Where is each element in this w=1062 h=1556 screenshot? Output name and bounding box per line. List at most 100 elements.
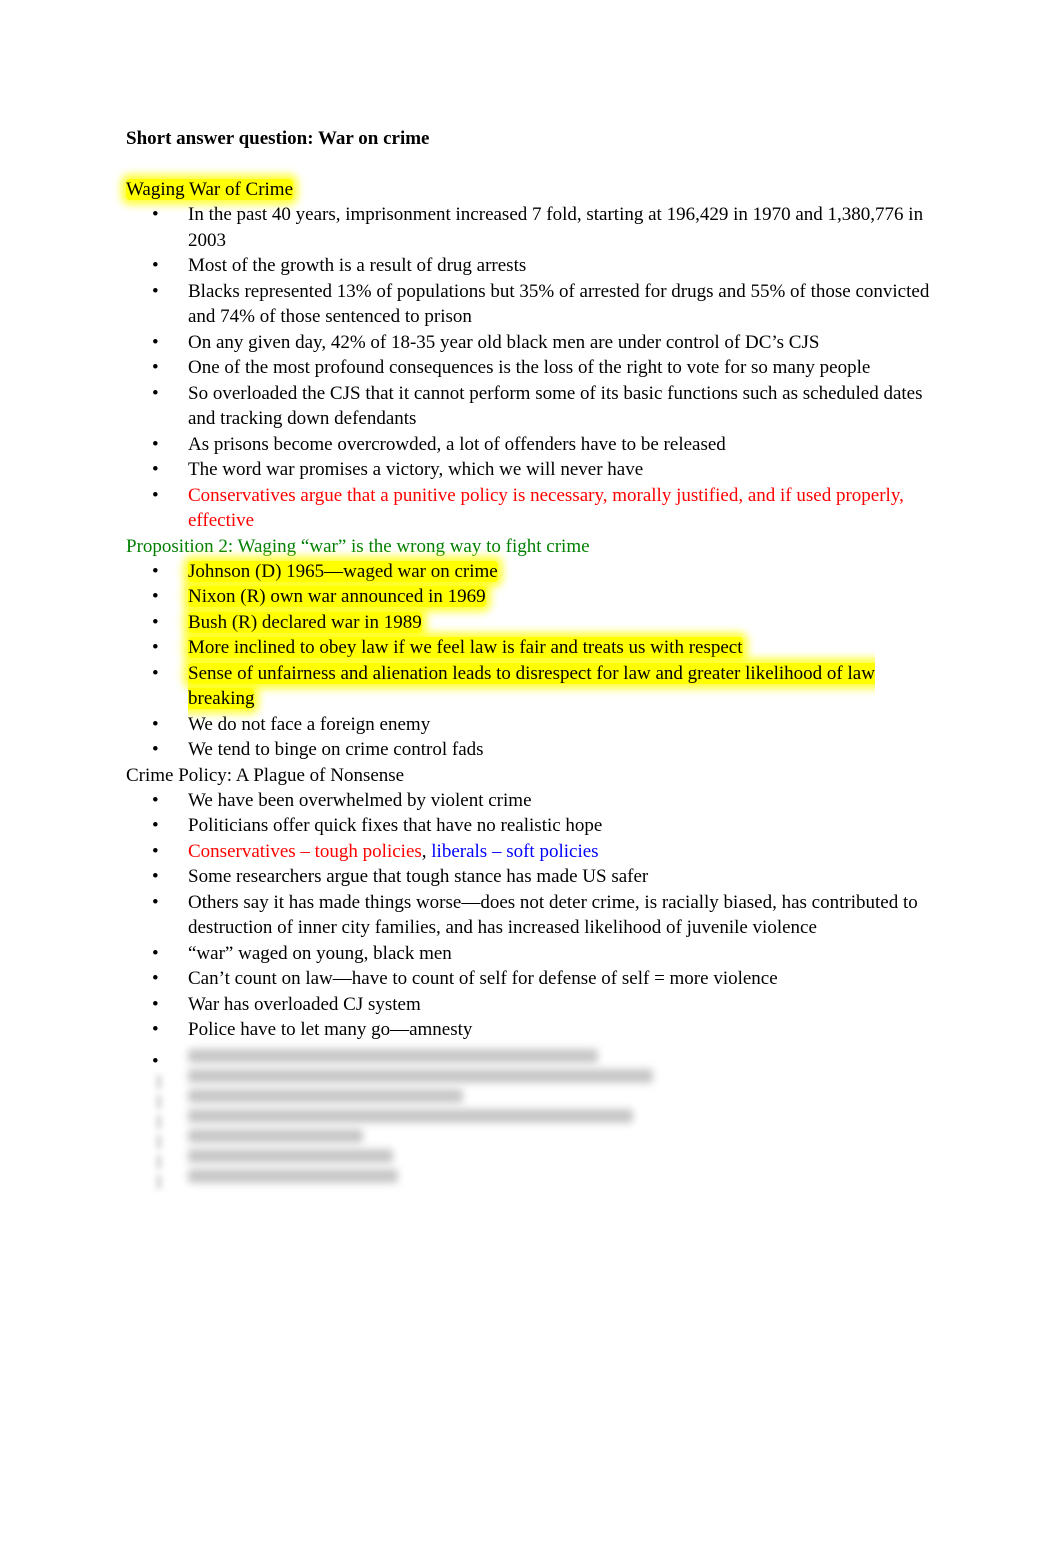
bullet-icon: • [152,255,159,276]
list-item: • Conservatives – tough policies, liberal… [126,839,946,865]
list-item: • Nixon (R) own war announced in 1969 [126,584,946,610]
bullet-icon: • [152,840,159,862]
bullet-icon: • [152,611,159,633]
list-item-text: Others say it has made things worse—does… [188,891,918,939]
blurred-line [126,1128,946,1149]
list-item-text: Police have to let many go—amnesty [188,1019,473,1040]
bullet-icon [156,1134,162,1149]
list-item: • As prisons become overcrowded, a lot of… [126,432,946,458]
list-item: • Some researchers argue that tough stanc… [126,864,946,890]
section-heading-crime-policy: Crime Policy: A Plague of Nonsense [126,764,405,786]
list-item-text: We tend to binge on crime control fads [188,739,484,760]
bullet-icon: • [152,789,159,811]
list-item: • More inclined to obey law if we feel la… [126,635,946,661]
list-item-text: “war” waged on young, black men [188,942,452,964]
bullet-icon: • [152,204,159,225]
list-item-text: We have been overwhelmed by violent crim… [188,789,532,811]
section-list-proposition-2: • Johnson (D) 1965—waged war on crime • Ni… [126,559,946,763]
list-item: • One of the most profound consequences i… [126,355,946,381]
bullet-icon: • [152,586,159,607]
list-item-text: Most of the growth is a result of drug a… [188,255,527,276]
blurred-line [126,1148,946,1169]
bullet-icon: • [152,739,159,760]
bullet-icon: • [152,382,159,404]
list-item-text-highlighted: Bush (R) declared war in 1989 [188,611,422,633]
bullet-icon: • [152,968,159,989]
list-item-text-highlighted: Sense of unfairness and alienation leads… [188,662,875,709]
bullet-icon: • [152,662,159,684]
list-item-text: Can’t count on law—have to count of self… [188,968,778,989]
bullet-icon: • [152,713,159,735]
list-item: • Most of the growth is a result of drug … [126,253,946,279]
bullet-icon: • [152,891,159,913]
list-item: • Blacks represented 13% of populations b… [126,279,946,330]
list-item-text: In the past 40 years, imprisonment incre… [188,204,924,251]
list-item-text-red: Conservatives – tough policies [188,840,422,862]
list-item: • So overloaded the CJS that it cannot pe… [126,381,946,432]
list-item: • Johnson (D) 1965—waged war on crime [126,559,946,585]
bullet-icon: • [152,815,159,836]
list-item-text: Some researchers argue that tough stance… [188,866,649,887]
list-item: • On any given day, 42% of 18-35 year old… [126,330,946,356]
blurred-line [126,1108,946,1129]
list-item-text: So overloaded the CJS that it cannot per… [188,382,923,430]
section-list-waging-war: • In the past 40 years, imprisonment incr… [126,202,946,534]
list-item-text: One of the most profound consequences is… [188,357,871,378]
bullet-icon: • [152,993,159,1015]
list-item-text: War has overloaded CJ system [188,993,421,1015]
bullet-icon: • [152,942,159,964]
bullet-icon [156,1074,162,1089]
blurred-line: • [126,1048,946,1072]
bullet-icon [156,1154,162,1169]
bullet-icon: • [152,484,159,506]
blurred-content: • [126,1048,946,1189]
list-item-text-highlighted: Johnson (D) 1965—waged war on crime [188,560,498,582]
list-item: • Bush (R) declared war in 1989 [126,610,946,636]
bullet-icon: • [152,637,159,658]
document-title: Short answer question: War on crime [126,128,430,149]
list-item-text: Politicians offer quick fixes that have … [188,815,603,836]
section-list-crime-policy: • We have been overwhelmed by violent cri… [126,788,946,1043]
bullet-icon: • [152,459,159,480]
bullet-icon: • [152,357,159,378]
list-item: • Others say it has made things worse—doe… [126,890,946,941]
bullet-icon: • [152,1019,159,1040]
list-item-text: As prisons become overcrowded, a lot of … [188,433,726,455]
list-item: • We tend to binge on crime control fads [126,737,946,763]
list-item: • Conservatives argue that a punitive pol… [126,483,946,534]
blurred-line [126,1088,946,1109]
list-item: • Can’t count on law—have to count of sel… [126,966,946,992]
section-heading-waging-war: Waging War of Crime [126,177,946,202]
list-item: • In the past 40 years, imprisonment incr… [126,202,946,253]
list-item: • War has overloaded CJ system [126,992,946,1018]
list-item: • Politicians offer quick fixes that have… [126,813,946,839]
list-item-text-highlighted: More inclined to obey law if we feel law… [188,637,743,658]
list-item: • We have been overwhelmed by violent cri… [126,788,946,814]
list-item-text-blue: liberals – soft policies [431,840,599,862]
bullet-icon [156,1174,162,1189]
list-item-text: The word war promises a victory, which w… [188,459,644,480]
bullet-icon: • [152,560,159,582]
list-item-text-highlighted: Nixon (R) own war announced in 1969 [188,586,486,607]
blurred-line [126,1068,946,1089]
list-item-text: Blacks represented 13% of populations bu… [188,280,930,328]
list-item: • Police have to let many go—amnesty [126,1017,946,1043]
list-item: • We do not face a foreign enemy [126,712,946,738]
document-page: Short answer question: War on crime Wagi… [126,126,946,1189]
bullet-icon: • [152,866,159,887]
list-item-text: On any given day, 42% of 18-35 year old … [188,331,820,353]
section-heading-proposition-2: Proposition 2: Waging “war” is the wrong… [126,535,590,557]
list-item-text-red: Conservatives argue that a punitive poli… [188,484,904,532]
bullet-icon [156,1114,162,1129]
bullet-icon: • [152,280,159,302]
list-item: • Sense of unfairness and alienation lead… [126,661,946,712]
bullet-icon [156,1094,162,1109]
list-item: • “war” waged on young, black men [126,941,946,967]
blurred-line [126,1168,946,1189]
list-item-text: We do not face a foreign enemy [188,713,431,735]
list-item-separator: , [421,840,432,862]
list-item: • The word war promises a victory, which … [126,457,946,483]
bullet-icon: • [152,331,159,353]
bullet-icon: • [152,433,159,455]
highlighted-heading-text: Waging War of Crime [126,179,294,200]
